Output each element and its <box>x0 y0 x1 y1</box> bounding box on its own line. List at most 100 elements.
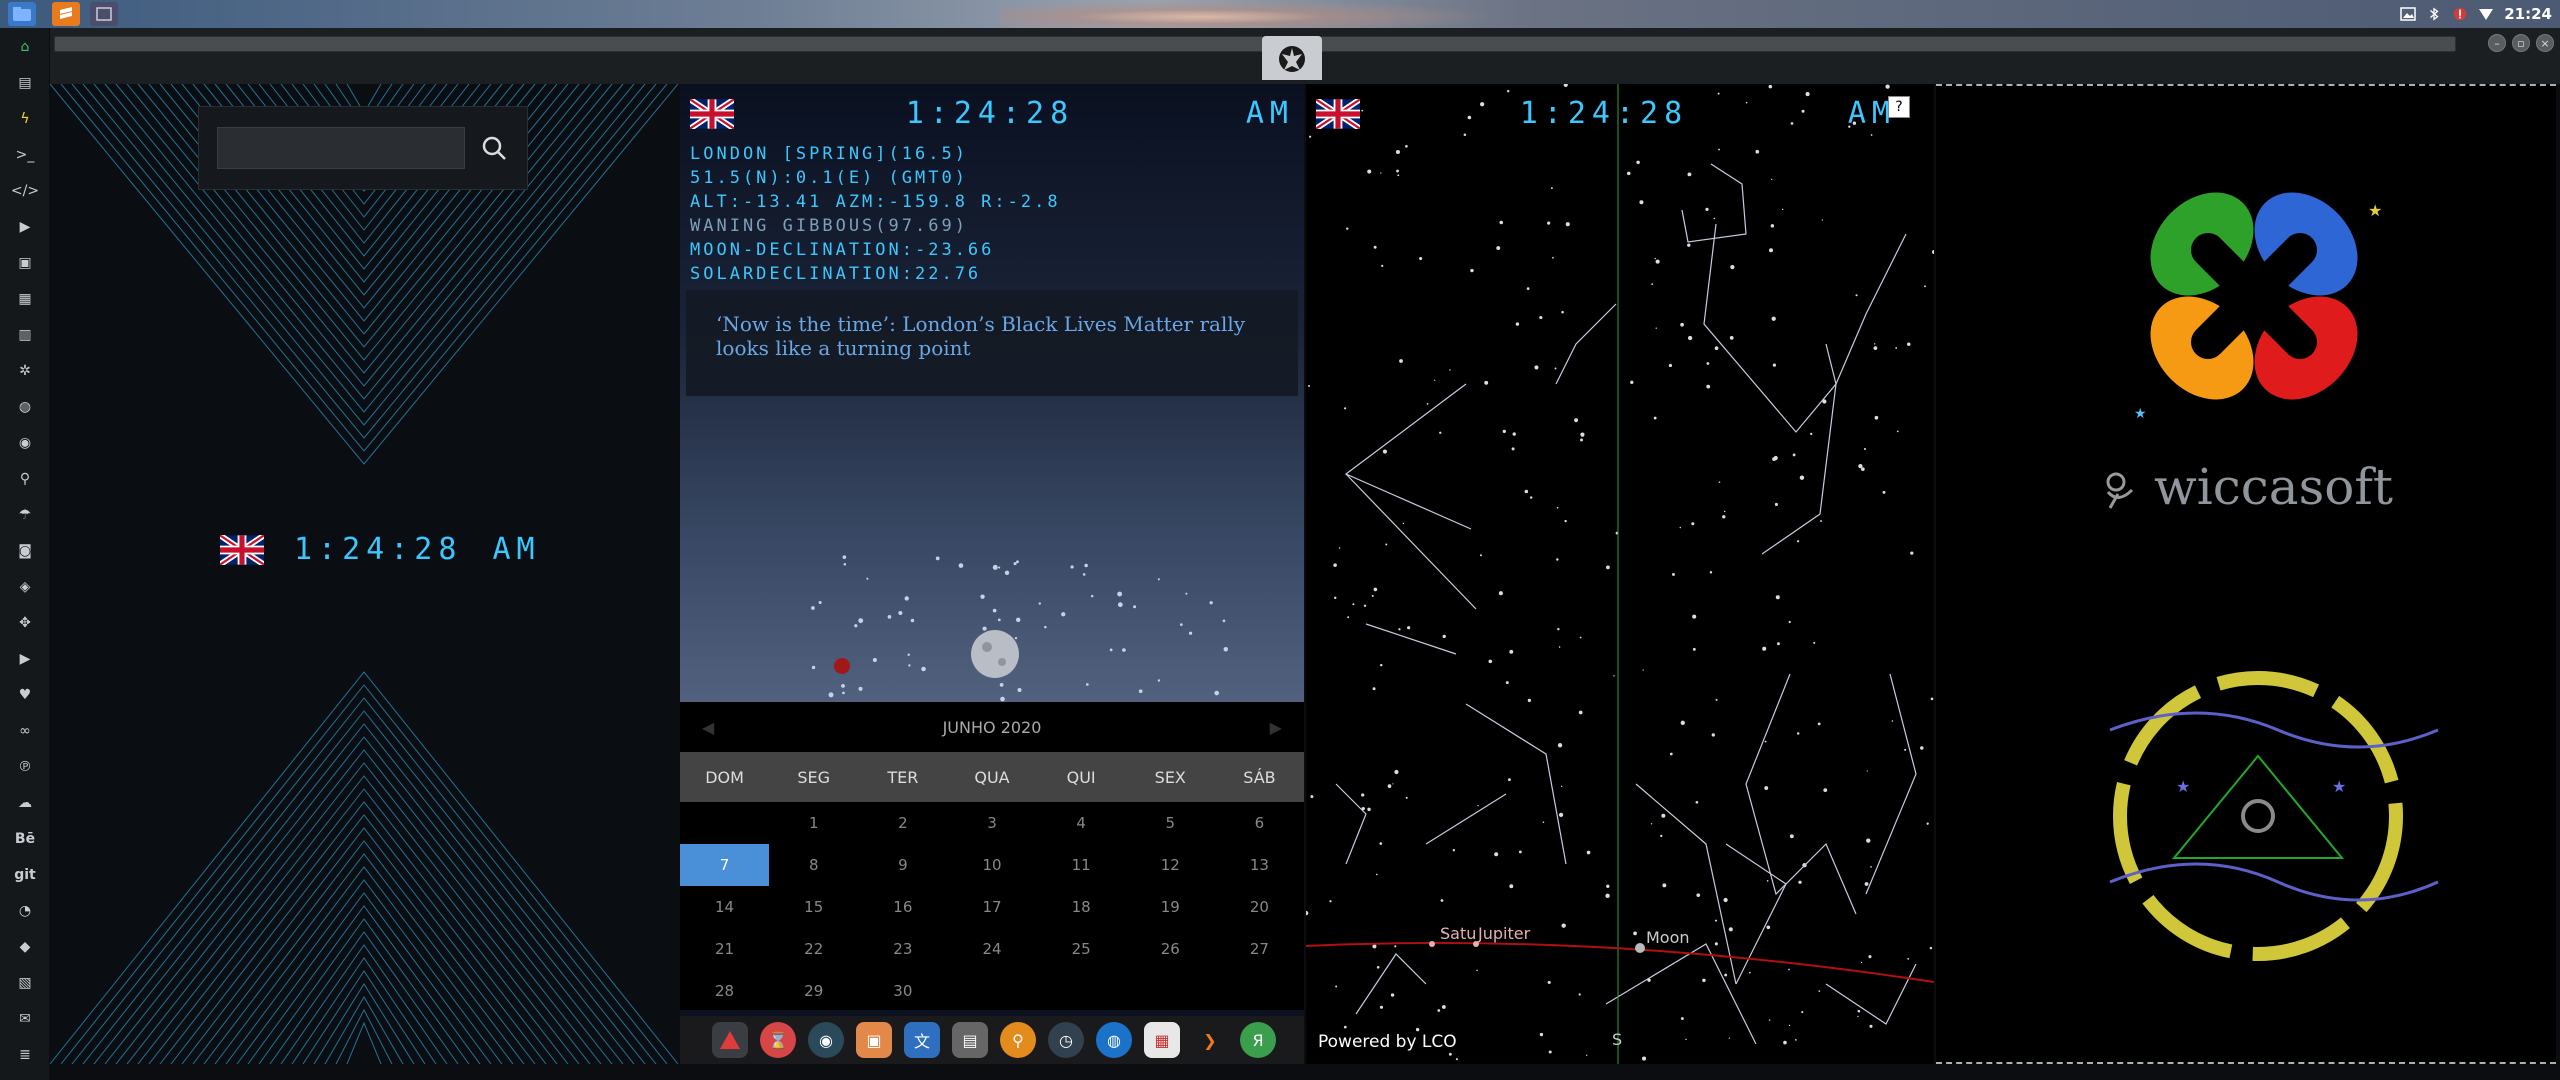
umbrella-icon[interactable]: ☂ <box>14 504 36 526</box>
mail-icon[interactable]: ✉ <box>14 1008 36 1030</box>
image-icon[interactable] <box>2400 7 2416 21</box>
calendar-day[interactable]: 19 <box>1126 886 1215 928</box>
git-icon[interactable]: git <box>14 864 36 886</box>
bluetooth-icon[interactable] <box>2426 7 2442 21</box>
calendar-day[interactable]: 8 <box>769 844 858 886</box>
calendar-day[interactable]: 27 <box>1215 928 1304 970</box>
github-icon[interactable]: ◔ <box>14 900 36 922</box>
calendar-day[interactable]: 16 <box>858 886 947 928</box>
calendar-day[interactable]: 9 <box>858 844 947 886</box>
calendar-day[interactable]: 17 <box>947 886 1036 928</box>
close-button[interactable]: × <box>2536 34 2554 52</box>
window-app-icon[interactable] <box>90 2 118 26</box>
calendar-day[interactable]: 29 <box>769 970 858 1012</box>
clipboard-icon[interactable]: ▣ <box>14 252 36 274</box>
calendar-day[interactable]: 3 <box>947 802 1036 844</box>
clock-widget: 1:24:28 AM <box>690 96 1294 131</box>
image-viewer-icon[interactable]: ▣ <box>856 1022 892 1058</box>
calendar-day[interactable]: 25 <box>1037 928 1126 970</box>
search-button[interactable] <box>473 127 515 169</box>
newspaper-icon[interactable]: ▥ <box>14 324 36 346</box>
code-icon[interactable]: </> <box>11 180 39 202</box>
heart-icon[interactable]: ♥ <box>14 684 36 706</box>
world-icon[interactable]: ◉ <box>14 432 36 454</box>
calendar-day[interactable]: 2 <box>858 802 947 844</box>
calendar-day[interactable]: 4 <box>1037 802 1126 844</box>
terminal-icon[interactable]: >_ <box>14 144 36 166</box>
image-icon[interactable]: ▦ <box>14 288 36 310</box>
maximize-button[interactable]: ▫ <box>2512 34 2530 52</box>
calendar-day[interactable]: 23 <box>858 928 947 970</box>
altitude-line: ALT:-13.41 AZM:-159.8 R:-2.8 <box>690 192 1061 212</box>
calendar-day[interactable]: 6 <box>1215 802 1304 844</box>
yandex-app-icon[interactable]: Я <box>1240 1022 1276 1058</box>
rebel-logo-icon[interactable] <box>1262 36 1322 80</box>
hourglass-app-icon[interactable]: ⌛ <box>760 1022 796 1058</box>
wallpaper-strip <box>1000 0 1500 28</box>
calendar-day[interactable]: 12 <box>1126 844 1215 886</box>
calendar-day[interactable]: 1 <box>769 802 858 844</box>
lightning-icon[interactable]: ϟ <box>14 108 36 130</box>
infinity-icon[interactable]: ∞ <box>14 720 36 742</box>
news-app-icon[interactable]: ▤ <box>952 1022 988 1058</box>
document-icon[interactable]: ▤ <box>14 72 36 94</box>
clock-app-icon[interactable]: ◷ <box>1048 1022 1084 1058</box>
youtube-icon[interactable]: ▶ <box>14 648 36 670</box>
server-icon[interactable]: ≣ <box>14 1044 36 1066</box>
calendar-day[interactable]: 7 <box>680 844 770 886</box>
calendar-day[interactable]: 26 <box>1126 928 1215 970</box>
search-input[interactable] <box>217 127 465 169</box>
home-icon[interactable]: ⌂ <box>14 36 36 58</box>
prev-month-icon[interactable]: ◀ <box>702 718 714 737</box>
settings-icon[interactable]: ✲ <box>14 360 36 382</box>
calendar-day[interactable]: 30 <box>858 970 947 1012</box>
calendar-day[interactable]: 14 <box>680 886 769 928</box>
system-tray: 21:24 <box>2400 4 2552 24</box>
calendar-day[interactable]: 13 <box>1215 844 1304 886</box>
cloud-icon[interactable]: ☁ <box>14 792 36 814</box>
dropbox-icon[interactable]: ◆ <box>14 936 36 958</box>
search-icon[interactable]: ⚲ <box>14 468 36 490</box>
translate-app-icon[interactable]: 文 <box>904 1022 940 1058</box>
globe-icon[interactable]: ◍ <box>14 396 36 418</box>
calendar-day[interactable]: 22 <box>769 928 858 970</box>
weekday-header: TER <box>887 767 919 787</box>
contact-icon[interactable]: ◙ <box>14 540 36 562</box>
play-icon[interactable]: ▶ <box>14 216 36 238</box>
powered-by-label[interactable]: Powered by LCO <box>1318 1032 1457 1052</box>
search-app-icon[interactable]: ⚲ <box>1000 1022 1036 1058</box>
arrow-app-icon[interactable]: ❯ <box>1192 1022 1228 1058</box>
clock-time[interactable]: 21:24 <box>2504 5 2552 23</box>
files-app-icon[interactable] <box>8 2 36 26</box>
behance-icon[interactable]: Bē <box>14 828 36 850</box>
calendar-day[interactable]: 18 <box>1037 886 1126 928</box>
calendar-day[interactable]: 5 <box>1126 802 1215 844</box>
arch-app-icon[interactable] <box>712 1022 748 1058</box>
calendar-day[interactable]: 10 <box>947 844 1036 886</box>
pinterest-icon[interactable]: ℗ <box>14 756 36 778</box>
calendar-day[interactable]: 20 <box>1215 886 1304 928</box>
news-headline[interactable]: ‘Now is the time’: London’s Black Lives … <box>686 290 1298 396</box>
map-icon[interactable]: ▧ <box>14 972 36 994</box>
minimize-button[interactable]: – <box>2488 34 2506 52</box>
earth-app-icon[interactable]: ◉ <box>808 1022 844 1058</box>
calendar-day[interactable]: 15 <box>769 886 858 928</box>
browser-app-icon[interactable]: ◍ <box>1096 1022 1132 1058</box>
constellation-map <box>1306 84 1934 1064</box>
next-month-icon[interactable]: ▶ <box>1270 718 1282 737</box>
calendar-day[interactable]: 21 <box>680 928 769 970</box>
uk-flag-icon <box>1316 98 1360 129</box>
help-button[interactable]: ? <box>1888 96 1910 118</box>
weekday-header: DOM <box>705 767 744 787</box>
calendar-day[interactable]: 24 <box>947 928 1036 970</box>
address-bar[interactable] <box>54 36 2456 52</box>
calendar-day[interactable]: 11 <box>1037 844 1126 886</box>
alert-icon[interactable] <box>2452 7 2468 21</box>
wifi-icon[interactable] <box>2478 7 2494 21</box>
expand-icon[interactable]: ✥ <box>14 612 36 634</box>
sublime-app-icon[interactable] <box>52 2 80 26</box>
handshake-icon[interactable]: ◈ <box>14 576 36 598</box>
calendar-day[interactable]: 28 <box>680 970 769 1012</box>
calendar-grid: 1 2 3 4 5 6 7 8 9 10 11 12 13 14 15 16 17 18 19 20 21 22 23 24 2… <box>680 802 1304 1010</box>
calendar-app-icon[interactable]: ▦ <box>1144 1022 1180 1058</box>
